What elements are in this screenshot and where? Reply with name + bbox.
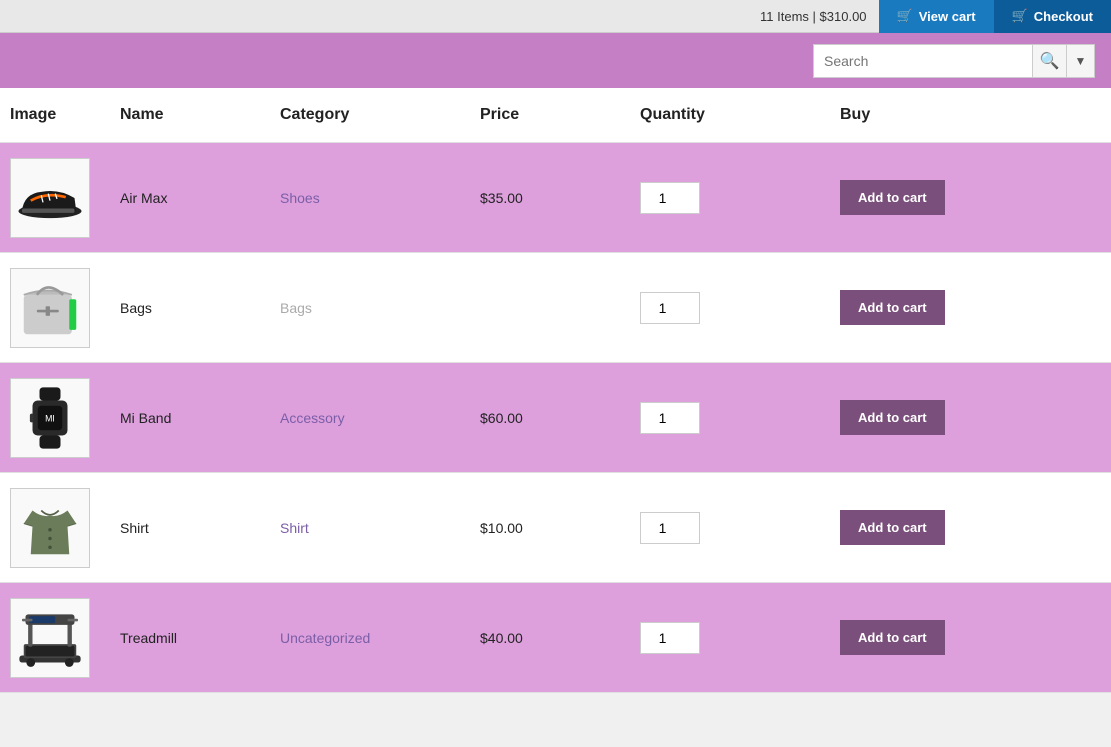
add-to-cart-cell-airmax: Add to cart [840, 180, 1000, 215]
svg-text:MI: MI [45, 413, 55, 423]
checkout-button[interactable]: 🛒 Checkout [994, 0, 1111, 33]
product-category-treadmill: Uncategorized [280, 630, 480, 646]
table-row: Treadmill Uncategorized $40.00 Add to ca… [0, 583, 1111, 693]
product-image-treadmill [10, 598, 90, 678]
add-to-cart-button-miband[interactable]: Add to cart [840, 400, 945, 435]
table-row: MI Mi Band Accessory $60.00 Add to cart [0, 363, 1111, 473]
cart-icon: 🛒 [897, 8, 913, 24]
table-row: Air Max Shoes $35.00 Add to cart [0, 143, 1111, 253]
checkout-label: Checkout [1034, 9, 1093, 24]
col-buy: Buy [840, 106, 1000, 124]
add-to-cart-cell-bags: Add to cart [840, 290, 1000, 325]
product-name-airmax: Air Max [120, 190, 280, 206]
add-to-cart-cell-shirt: Add to cart [840, 510, 1000, 545]
search-dropdown-button[interactable]: ▼ [1067, 44, 1095, 78]
add-to-cart-cell-treadmill: Add to cart [840, 620, 1000, 655]
quantity-input-shirt[interactable] [640, 512, 700, 544]
product-quantity-cell-miband [640, 402, 840, 434]
add-to-cart-button-airmax[interactable]: Add to cart [840, 180, 945, 215]
table-header: Image Name Category Price Quantity Buy [0, 88, 1111, 143]
product-name-bags: Bags [120, 300, 280, 316]
product-price-treadmill: $40.00 [480, 630, 640, 646]
search-input[interactable] [813, 44, 1033, 78]
top-bar: 11 Items | $310.00 🛒 View cart 🛒 Checkou… [0, 0, 1111, 33]
search-bar: 🔍 ▼ [0, 33, 1111, 88]
product-list: Air Max Shoes $35.00 Add to cart Bags Ba… [0, 143, 1111, 693]
product-name-shirt: Shirt [120, 520, 280, 536]
table-row: Shirt Shirt $10.00 Add to cart [0, 473, 1111, 583]
add-to-cart-button-shirt[interactable]: Add to cart [840, 510, 945, 545]
col-name: Name [120, 106, 280, 124]
product-category-bags: Bags [280, 300, 480, 316]
quantity-input-treadmill[interactable] [640, 622, 700, 654]
product-price-miband: $60.00 [480, 410, 640, 426]
quantity-input-airmax[interactable] [640, 182, 700, 214]
product-name-treadmill: Treadmill [120, 630, 280, 646]
quantity-input-miband[interactable] [640, 402, 700, 434]
col-quantity: Quantity [640, 106, 840, 124]
col-price: Price [480, 106, 640, 124]
product-category-miband: Accessory [280, 410, 480, 426]
cart-info: 11 Items | $310.00 [748, 9, 878, 24]
view-cart-button[interactable]: 🛒 View cart [879, 0, 994, 33]
chevron-down-icon: ▼ [1075, 54, 1087, 68]
product-quantity-cell-shirt [640, 512, 840, 544]
product-image-airmax [10, 158, 90, 238]
add-to-cart-cell-miband: Add to cart [840, 400, 1000, 435]
product-price-airmax: $35.00 [480, 190, 640, 206]
search-icon: 🔍 [1040, 51, 1060, 71]
product-category-airmax: Shoes [280, 190, 480, 206]
product-quantity-cell-treadmill [640, 622, 840, 654]
search-button[interactable]: 🔍 [1033, 44, 1067, 78]
product-image-shirt [10, 488, 90, 568]
view-cart-label: View cart [919, 9, 976, 24]
product-image-bags [10, 268, 90, 348]
quantity-input-bags[interactable] [640, 292, 700, 324]
table-row: Bags Bags Add to cart [0, 253, 1111, 363]
checkout-icon: 🛒 [1012, 8, 1028, 24]
col-category: Category [280, 106, 480, 124]
product-quantity-cell-bags [640, 292, 840, 324]
product-quantity-cell-airmax [640, 182, 840, 214]
add-to-cart-button-treadmill[interactable]: Add to cart [840, 620, 945, 655]
product-name-miband: Mi Band [120, 410, 280, 426]
product-category-shirt: Shirt [280, 520, 480, 536]
col-image: Image [10, 106, 120, 124]
add-to-cart-button-bags[interactable]: Add to cart [840, 290, 945, 325]
product-image-miband: MI [10, 378, 90, 458]
product-price-shirt: $10.00 [480, 520, 640, 536]
